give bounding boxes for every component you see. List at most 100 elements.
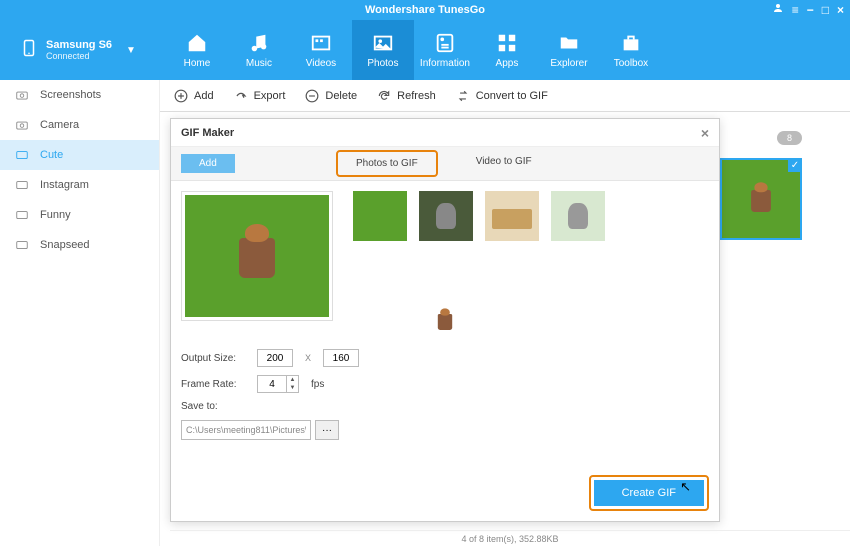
sidebar-item-screenshots[interactable]: Screenshots	[0, 80, 159, 110]
device-status: Connected	[46, 51, 112, 61]
delete-icon	[305, 89, 319, 103]
thumbnail[interactable]	[419, 191, 473, 241]
sidebar: Screenshots Camera Cute Instagram Funny …	[0, 80, 160, 546]
delete-label: Delete	[325, 90, 357, 102]
save-to-label: Save to:	[181, 401, 245, 412]
frame-rate-spinner: ▲ ▼	[257, 375, 299, 393]
add-label: Add	[194, 90, 214, 102]
preview-image	[181, 191, 333, 321]
menu-icon[interactable]: ≡	[792, 3, 799, 17]
tab-video-to-gif[interactable]: Video to GIF	[458, 150, 550, 177]
nav-home[interactable]: Home	[166, 20, 228, 80]
sidebar-item-label: Instagram	[40, 179, 89, 191]
frame-rate-row: Frame Rate: ▲ ▼ fps	[181, 375, 359, 393]
nav-explorer[interactable]: Explorer	[538, 20, 600, 80]
sidebar-item-instagram[interactable]: Instagram	[0, 170, 159, 200]
camera-icon	[14, 88, 30, 102]
convert-icon	[456, 89, 470, 103]
export-label: Export	[254, 90, 286, 102]
sidebar-item-label: Cute	[40, 149, 63, 161]
close-icon[interactable]: ×	[837, 3, 844, 17]
preview-pane	[181, 191, 333, 321]
folder-icon	[14, 178, 30, 192]
device-selector[interactable]: Samsung S6 Connected ▼	[10, 36, 156, 65]
nav-label: Home	[184, 58, 211, 69]
count-badge: 8	[777, 131, 802, 145]
save-path-input[interactable]	[181, 420, 311, 440]
nav-information[interactable]: Information	[414, 20, 476, 80]
gallery-thumb-selected[interactable]: ✓	[720, 158, 802, 240]
nav-videos[interactable]: Videos	[290, 20, 352, 80]
dialog-body	[171, 181, 719, 331]
user-icon[interactable]	[772, 2, 784, 17]
sidebar-item-label: Screenshots	[40, 89, 101, 101]
width-input[interactable]	[257, 349, 293, 367]
nav-label: Explorer	[550, 58, 587, 69]
spinner-up-icon[interactable]: ▲	[287, 376, 298, 384]
check-icon: ✓	[788, 158, 802, 172]
folder-icon	[14, 148, 30, 162]
x-separator: X	[305, 353, 311, 363]
app-title: Wondershare TunesGo	[365, 4, 485, 16]
nav-toolbox[interactable]: Toolbox	[600, 20, 662, 80]
add-button[interactable]: Add	[181, 154, 235, 173]
spinner-down-icon[interactable]: ▼	[287, 384, 298, 392]
dialog-toolbar: Add Photos to GIF Video to GIF	[171, 147, 719, 181]
folder-icon	[557, 32, 581, 54]
nav-apps[interactable]: Apps	[476, 20, 538, 80]
music-icon	[247, 32, 271, 54]
nav-label: Toolbox	[614, 58, 648, 69]
frame-rate-input[interactable]	[257, 375, 287, 393]
export-icon	[234, 89, 248, 103]
sidebar-item-snapseed[interactable]: Snapseed	[0, 230, 159, 260]
top-nav: Samsung S6 Connected ▼ Home Music Videos…	[0, 20, 850, 80]
thumbnail[interactable]	[353, 191, 407, 241]
refresh-button[interactable]: Refresh	[377, 89, 436, 103]
toolbox-icon	[619, 32, 643, 54]
sidebar-item-label: Snapseed	[40, 239, 90, 251]
folder-icon	[14, 238, 30, 252]
delete-button[interactable]: Delete	[305, 89, 357, 103]
tabs: Photos to GIF Video to GIF	[336, 150, 550, 177]
maximize-icon[interactable]: □	[822, 3, 829, 17]
sidebar-item-label: Camera	[40, 119, 79, 131]
height-input[interactable]	[323, 349, 359, 367]
nav-items: Home Music Videos Photos Information App…	[166, 20, 662, 80]
sidebar-item-cute[interactable]: Cute	[0, 140, 159, 170]
folder-icon	[14, 208, 30, 222]
close-icon[interactable]: ×	[701, 125, 709, 141]
thumbnail[interactable]	[551, 191, 605, 241]
action-toolbar: Add Export Delete Refresh Convert to GIF	[160, 80, 850, 112]
device-name: Samsung S6	[46, 39, 112, 51]
minimize-icon[interactable]: −	[807, 3, 814, 17]
title-bar: Wondershare TunesGo ≡ − □ ×	[0, 0, 850, 20]
sidebar-item-camera[interactable]: Camera	[0, 110, 159, 140]
chevron-down-icon: ▼	[126, 45, 136, 56]
nav-label: Videos	[306, 58, 336, 69]
browse-button[interactable]: ···	[315, 420, 339, 440]
info-icon	[433, 32, 457, 54]
video-icon	[309, 32, 333, 54]
status-bar: 4 of 8 item(s), 352.88KB	[170, 530, 850, 546]
dialog-title: GIF Maker	[181, 127, 234, 139]
add-button[interactable]: Add	[174, 89, 214, 103]
thumbnail[interactable]	[485, 191, 539, 241]
device-text: Samsung S6 Connected	[46, 39, 112, 61]
nav-label: Music	[246, 58, 272, 69]
convert-button[interactable]: Convert to GIF	[456, 89, 548, 103]
sidebar-item-funny[interactable]: Funny	[0, 200, 159, 230]
export-button[interactable]: Export	[234, 89, 286, 103]
nav-photos[interactable]: Photos	[352, 20, 414, 80]
create-gif-button[interactable]: Create GIF	[594, 480, 704, 506]
window-controls: ≡ − □ ×	[772, 2, 844, 17]
apps-icon	[495, 32, 519, 54]
frame-rate-label: Frame Rate:	[181, 379, 245, 390]
sidebar-item-label: Funny	[40, 209, 71, 221]
convert-label: Convert to GIF	[476, 90, 548, 102]
dialog-header: GIF Maker ×	[171, 119, 719, 147]
home-icon	[185, 32, 209, 54]
output-size-row: Output Size: X	[181, 349, 359, 367]
nav-music[interactable]: Music	[228, 20, 290, 80]
form-area: Output Size: X Frame Rate: ▲ ▼ fps Save …	[181, 349, 359, 440]
tab-photos-to-gif[interactable]: Photos to GIF	[336, 150, 438, 177]
